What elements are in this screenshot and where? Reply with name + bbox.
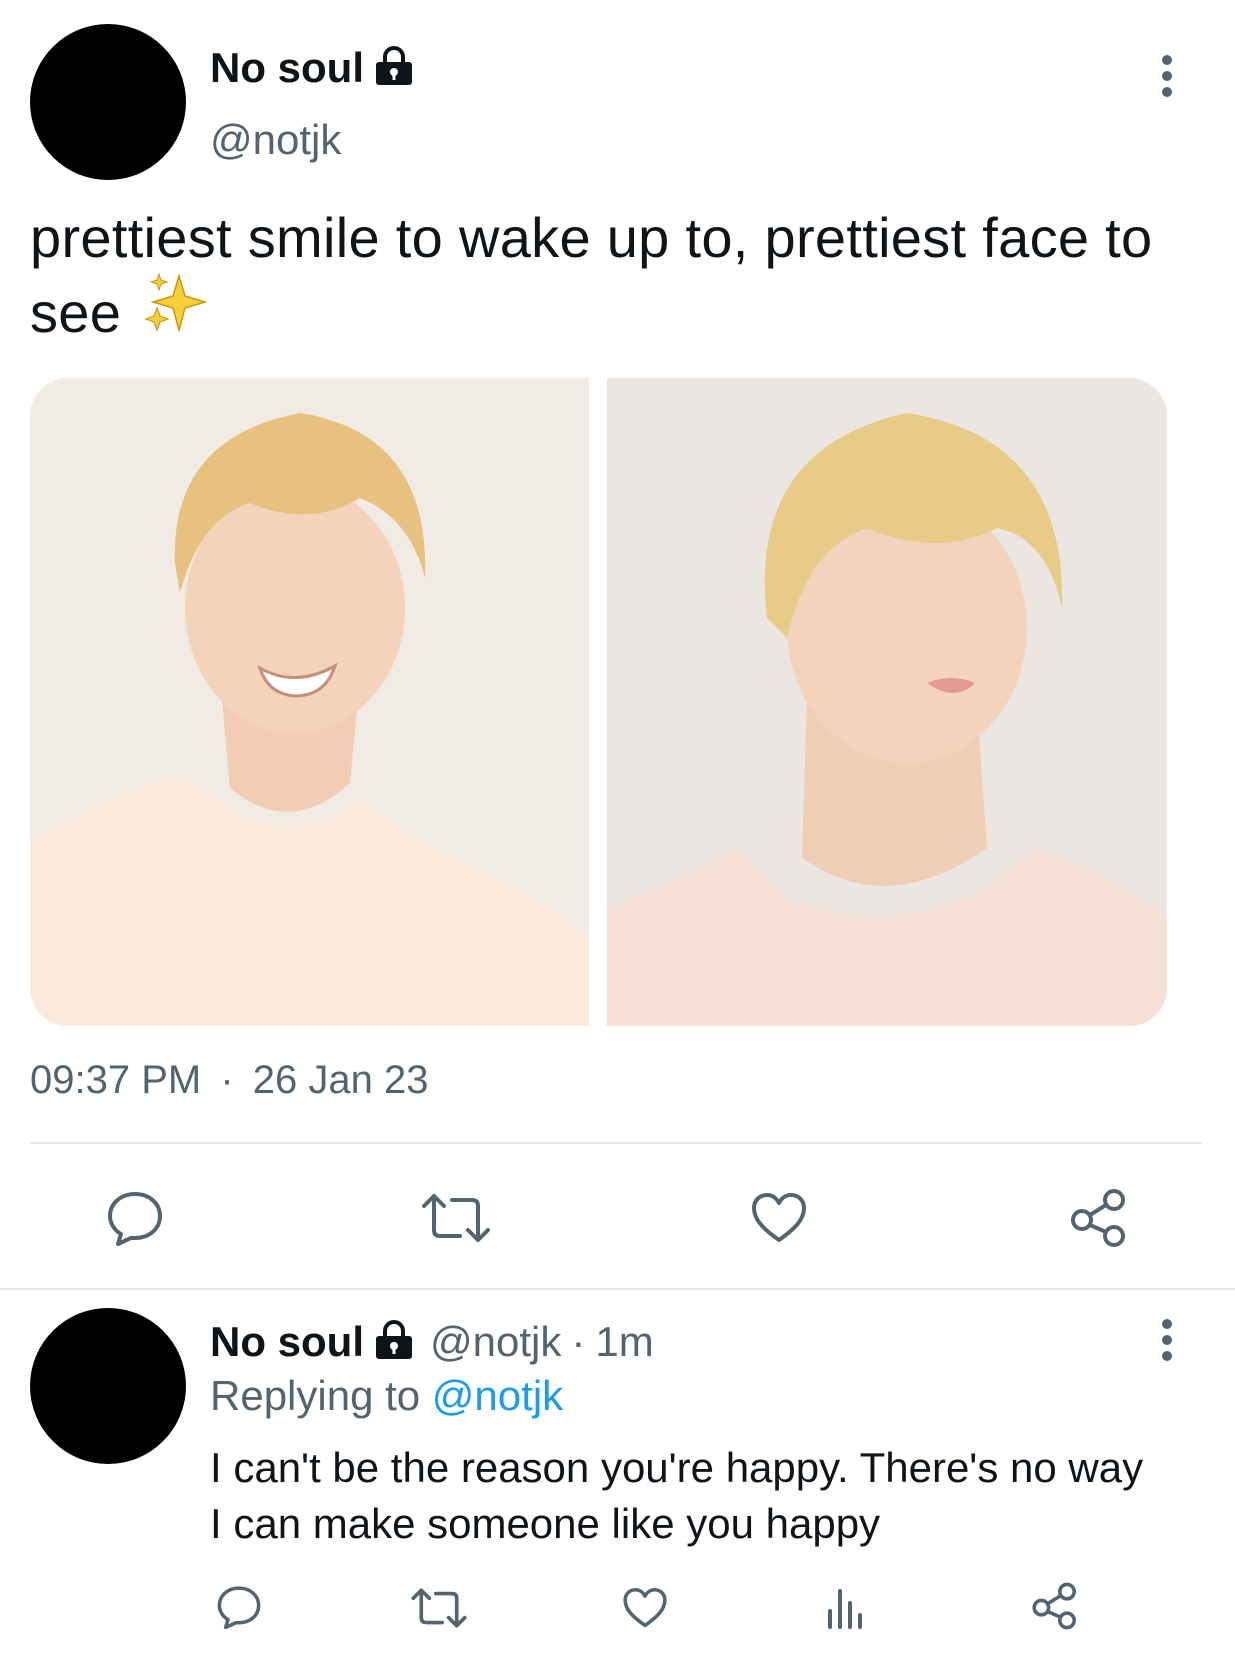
tweet-photo-2[interactable] <box>607 378 1167 1026</box>
author-avatar[interactable] <box>30 24 186 180</box>
retweet-icon <box>411 1588 467 1628</box>
like-icon <box>623 1587 667 1628</box>
divider <box>30 1142 1202 1144</box>
more-vertical-icon[interactable] <box>1160 54 1174 98</box>
replying-to-label: Replying to <box>210 1372 421 1419</box>
like-icon <box>752 1193 806 1242</box>
reply-icon <box>108 1192 162 1246</box>
tweet-time: 09:37 PM <box>30 1058 202 1102</box>
share-icon <box>1032 1582 1076 1630</box>
views-icon <box>828 1589 862 1629</box>
tweet-timestamp[interactable]: 09:37 PM · 26 Jan 23 <box>30 1058 429 1103</box>
reply-separator: · <box>571 1318 586 1365</box>
reply-share-button[interactable] <box>1030 1582 1080 1630</box>
reply-age[interactable]: 1m <box>595 1318 653 1366</box>
share-button[interactable] <box>1068 1188 1130 1248</box>
lock-icon <box>372 45 416 91</box>
author-name-row[interactable]: No soul <box>210 44 416 92</box>
retweet-button[interactable] <box>420 1192 492 1244</box>
divider <box>0 1288 1235 1290</box>
replying-to-handle[interactable]: @notjk <box>432 1372 563 1419</box>
reply-handle[interactable]: @notjk <box>430 1318 561 1366</box>
retweet-icon <box>422 1194 490 1242</box>
reply-icon <box>217 1586 261 1629</box>
lock-icon <box>372 1319 416 1365</box>
reply-retweet-button[interactable] <box>410 1587 468 1629</box>
author-display-name[interactable]: No soul <box>210 44 364 92</box>
tweet-media[interactable] <box>30 378 1167 1026</box>
tweet-date: 26 Jan 23 <box>252 1058 429 1102</box>
share-icon <box>1071 1189 1125 1247</box>
reply-views-button[interactable] <box>826 1585 866 1629</box>
reply-button[interactable] <box>106 1190 164 1246</box>
more-vertical-icon[interactable] <box>1160 1318 1174 1362</box>
author-handle[interactable]: @notjk <box>210 116 341 164</box>
reply-header: No soul @notjk · 1m <box>210 1316 654 1368</box>
reply-author-avatar[interactable] <box>30 1308 186 1464</box>
tweet-text: prettiest smile to wake up to, prettiest… <box>30 204 1220 353</box>
reply-display-name[interactable]: No soul <box>210 1318 364 1366</box>
like-button[interactable] <box>750 1192 808 1244</box>
tweet-photo-1[interactable] <box>30 378 589 1026</box>
reply-like-button[interactable] <box>622 1587 668 1629</box>
reply-reply-button[interactable] <box>216 1585 262 1629</box>
replying-to: Replying to @notjk <box>210 1372 563 1420</box>
timestamp-separator: · <box>220 1058 234 1102</box>
sparkles-emoji: ✨ <box>143 272 209 353</box>
reply-text: I can't be the reason you're happy. Ther… <box>210 1444 1144 1547</box>
